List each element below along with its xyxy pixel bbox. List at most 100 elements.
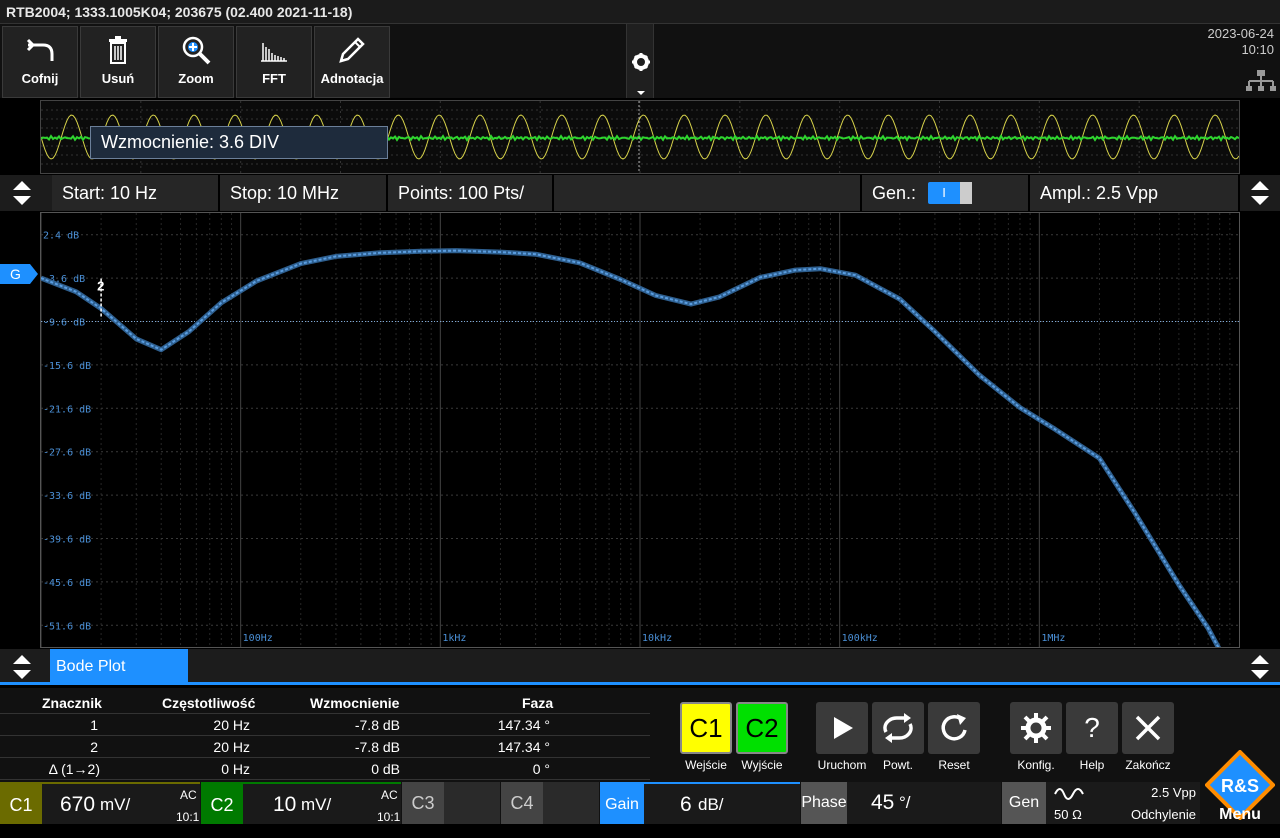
tab-bode-plot[interactable]: Bode Plot bbox=[50, 649, 188, 685]
menu-button[interactable]: R&S Menu bbox=[1200, 688, 1280, 824]
repeat-button[interactable] bbox=[872, 702, 924, 754]
channel-c3-status[interactable]: C3 bbox=[402, 782, 500, 824]
clock: 2023-06-24 10:10 bbox=[1200, 24, 1280, 98]
tab-up-down-left[interactable] bbox=[2, 649, 42, 685]
delete-label: Usuń bbox=[101, 71, 135, 86]
reset-icon bbox=[941, 714, 967, 741]
row1-phase: 147.34 ° bbox=[497, 717, 550, 733]
y-tick-label: 2.4 dB bbox=[43, 231, 79, 242]
points-setting[interactable]: Points: 100 Pts/ bbox=[388, 175, 554, 211]
row1-frequency: 20 Hz bbox=[213, 717, 250, 733]
fft-label: FFT bbox=[262, 71, 286, 86]
generator-setting[interactable]: Gen.: I bbox=[862, 175, 1030, 211]
phase-tag: Phase bbox=[801, 782, 847, 824]
phase-scale: 45 bbox=[871, 791, 895, 814]
start-frequency[interactable]: Start: 10 Hz bbox=[52, 175, 220, 211]
delete-button[interactable]: Usuń bbox=[80, 26, 156, 98]
generator-toggle-knob bbox=[960, 182, 972, 204]
c2-probe: 10:1 bbox=[377, 810, 401, 824]
x-tick-label: 100kHz bbox=[842, 633, 878, 644]
bode-plot-area[interactable]: 2.4 dB -3.6 dB -9.6 dB -15.6 dB -21.6 dB -27.… bbox=[40, 212, 1240, 648]
marker-results-table: Znacznik Częstotliwość Wzmocnienie Faza … bbox=[0, 688, 650, 782]
generator-toggle[interactable]: I bbox=[928, 182, 972, 204]
table-row[interactable]: 1 20 Hz -7.8 dB 147.34 ° bbox=[0, 714, 650, 736]
x-tick-label: 1MHz bbox=[1041, 633, 1065, 644]
input-channel-text: C1 bbox=[689, 712, 723, 743]
svg-text:G: G bbox=[10, 266, 21, 282]
annotation-button[interactable]: Adnotacja bbox=[314, 26, 390, 98]
gain-unit: dB/ bbox=[698, 795, 724, 814]
undo-label: Cofnij bbox=[21, 71, 59, 86]
c2-unit: mV/ bbox=[301, 795, 332, 814]
y-tick-label: -45.6 dB bbox=[43, 578, 91, 589]
tab-bar bbox=[0, 649, 1280, 685]
gain-axis-marker[interactable]: G bbox=[0, 264, 40, 284]
generator-label: Gen.: bbox=[872, 183, 917, 203]
pencil-icon bbox=[339, 37, 365, 63]
up-down-arrows-icon bbox=[13, 655, 31, 679]
fft-icon bbox=[261, 43, 287, 62]
gain-scale-status[interactable]: Gain 6 dB/ bbox=[600, 782, 800, 824]
output-label: Wyjście bbox=[741, 758, 783, 772]
help-button[interactable]: ? bbox=[1066, 702, 1118, 754]
exit-label: Zakończ bbox=[1125, 758, 1171, 772]
stop-frequency[interactable]: Stop: 10 MHz bbox=[220, 175, 388, 211]
help-icon: ? bbox=[1084, 712, 1100, 743]
x-tick-label: 100Hz bbox=[243, 633, 273, 644]
phase-scale-status[interactable]: Phase 45 °/ bbox=[801, 782, 1001, 824]
x-tick-label: 10kHz bbox=[642, 633, 672, 644]
channel-c2-status[interactable]: C2 10 mV/ AC 10:1 bbox=[201, 782, 401, 824]
fft-button[interactable]: FFT bbox=[236, 26, 312, 98]
gear-icon bbox=[1021, 713, 1051, 743]
gen-tag: Gen bbox=[1002, 782, 1046, 824]
zoom-button[interactable]: Zoom bbox=[158, 26, 234, 98]
exit-button[interactable] bbox=[1122, 702, 1174, 754]
reset-label: Reset bbox=[938, 758, 970, 772]
phase-unit: °/ bbox=[899, 793, 911, 812]
table-header: Znacznik Częstotliwość Wzmocnienie Faza bbox=[0, 692, 650, 714]
rs-logo-text: R&S bbox=[1221, 776, 1259, 796]
output-channel-text: C2 bbox=[745, 712, 779, 743]
row2-gain: -7.8 dB bbox=[354, 739, 400, 755]
channel-status-bar: C1 670 mV/ AC 10:1 C2 10 mV/ AC 10:1 C3 … bbox=[0, 782, 1200, 824]
row2-frequency: 20 Hz bbox=[213, 739, 250, 755]
c1-tag: C1 bbox=[0, 784, 42, 824]
channel-c4-status[interactable]: C4 bbox=[501, 782, 599, 824]
settings-up-down-right[interactable] bbox=[1240, 175, 1280, 211]
generator-status[interactable]: Gen 50 Ω 2.5 Vpp Odchylenie bbox=[1002, 782, 1200, 824]
clock-date: 2023-06-24 bbox=[1207, 26, 1275, 41]
title-bar: RTB2004; 1333.1005K04; 203675 (02.400 20… bbox=[0, 0, 1280, 24]
c3-tag: C3 bbox=[402, 782, 444, 824]
y-tick-label: -27.6 dB bbox=[43, 448, 91, 459]
row1-marker: 1 bbox=[90, 717, 98, 733]
table-row[interactable]: 2 20 Hz -7.8 dB 147.34 ° bbox=[0, 736, 650, 758]
gain-tooltip: Wzmocnienie: 3.6 DIV bbox=[90, 126, 388, 159]
generator-toggle-state: I bbox=[942, 185, 946, 200]
tab-up-down-right[interactable] bbox=[1240, 649, 1280, 685]
reset-button[interactable] bbox=[928, 702, 980, 754]
y-tick-label: -9.6 dB bbox=[43, 318, 85, 329]
c1-scale: 670 bbox=[60, 793, 96, 816]
config-button[interactable] bbox=[1010, 702, 1062, 754]
amplitude-setting[interactable]: Ampl.: 2.5 Vpp bbox=[1030, 175, 1240, 211]
trash-icon bbox=[109, 36, 127, 64]
y-tick-label: -39.6 dB bbox=[43, 535, 91, 546]
settings-gear-button[interactable] bbox=[626, 24, 654, 98]
bode-settings-bar: Start: 10 Hz Stop: 10 MHz Points: 100 Pt… bbox=[0, 175, 1280, 211]
input-channel-c1-button[interactable]: C1 bbox=[680, 702, 732, 754]
row-delta-marker: Δ (1→2) bbox=[48, 761, 100, 777]
c2-scale: 10 bbox=[273, 793, 297, 816]
table-row[interactable]: Δ (1→2) 0 Hz 0 dB 0 ° bbox=[0, 758, 650, 780]
row-delta-phase: 0 ° bbox=[532, 761, 550, 777]
y-tick-label: -33.6 dB bbox=[43, 491, 91, 502]
undo-button[interactable]: Cofnij bbox=[2, 26, 78, 98]
channel-c1-status[interactable]: C1 670 mV/ AC 10:1 bbox=[0, 782, 200, 824]
gain-marker-tag: G bbox=[0, 264, 38, 284]
settings-up-down-left[interactable] bbox=[2, 175, 42, 211]
run-button[interactable] bbox=[816, 702, 868, 754]
network-icon bbox=[1246, 70, 1276, 91]
close-icon bbox=[1135, 715, 1161, 741]
output-channel-c2-button[interactable]: C2 bbox=[736, 702, 788, 754]
y-tick-label: -21.6 dB bbox=[43, 404, 91, 415]
play-icon bbox=[834, 717, 853, 739]
